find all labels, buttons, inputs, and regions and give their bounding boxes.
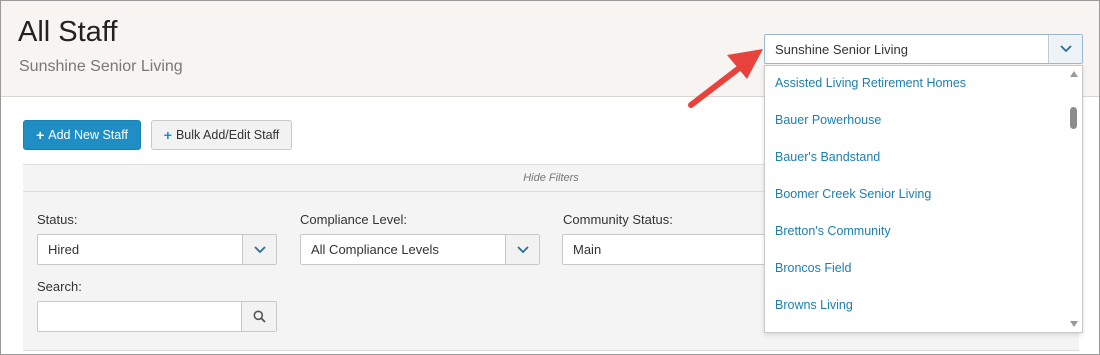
app-window: All Staff Sunshine Senior Living + Add N… [0, 0, 1100, 355]
community-status-value: Main [573, 242, 602, 257]
dropdown-option[interactable]: Bauer Powerhouse [775, 113, 881, 127]
community-select[interactable]: Sunshine Senior Living [764, 34, 1083, 64]
scroll-up-icon[interactable] [1070, 71, 1078, 77]
plus-icon: + [163, 127, 172, 143]
compliance-level-label: Compliance Level: [300, 212, 407, 227]
bulk-add-edit-staff-button[interactable]: + Bulk Add/Edit Staff [151, 120, 292, 150]
page-title: All Staff [18, 16, 118, 48]
dropdown-option[interactable]: Assisted Living Retirement Homes [775, 76, 966, 90]
add-new-staff-label: Add New Staff [48, 128, 128, 142]
dropdown-option[interactable]: Bauer's Bandstand [775, 150, 880, 164]
status-label: Status: [37, 212, 78, 227]
bulk-add-edit-staff-label: Bulk Add/Edit Staff [175, 128, 280, 142]
dropdown-option[interactable]: Broncos Field [775, 261, 851, 275]
dropdown-option[interactable]: Browns Living [775, 298, 853, 312]
dropdown-option[interactable]: Boomer Creek Senior Living [775, 187, 931, 201]
search-icon [253, 310, 266, 323]
page-subtitle: Sunshine Senior Living [19, 58, 183, 75]
scrollbar-thumb[interactable] [1070, 107, 1077, 129]
plus-icon: + [36, 127, 45, 143]
search-input[interactable] [37, 301, 277, 332]
compliance-level-value: All Compliance Levels [311, 242, 439, 257]
add-new-staff-button[interactable]: + Add New Staff [23, 120, 141, 150]
dropdown-option[interactable]: Bretton's Community [775, 224, 891, 238]
chevron-down-icon[interactable] [242, 235, 276, 264]
search-label: Search: [37, 279, 82, 294]
dropdown-scrollbar[interactable] [1065, 66, 1082, 332]
community-dropdown-list: Assisted Living Retirement Homes Bauer P… [764, 65, 1083, 333]
scroll-down-icon[interactable] [1070, 321, 1078, 327]
chevron-down-icon[interactable] [1048, 35, 1082, 63]
search-button[interactable] [241, 302, 276, 331]
compliance-level-select[interactable]: All Compliance Levels [300, 234, 540, 265]
community-status-label: Community Status: [563, 212, 673, 227]
status-select[interactable]: Hired [37, 234, 277, 265]
status-value: Hired [48, 242, 80, 257]
community-select-value: Sunshine Senior Living [775, 42, 908, 57]
chevron-down-icon[interactable] [505, 235, 539, 264]
